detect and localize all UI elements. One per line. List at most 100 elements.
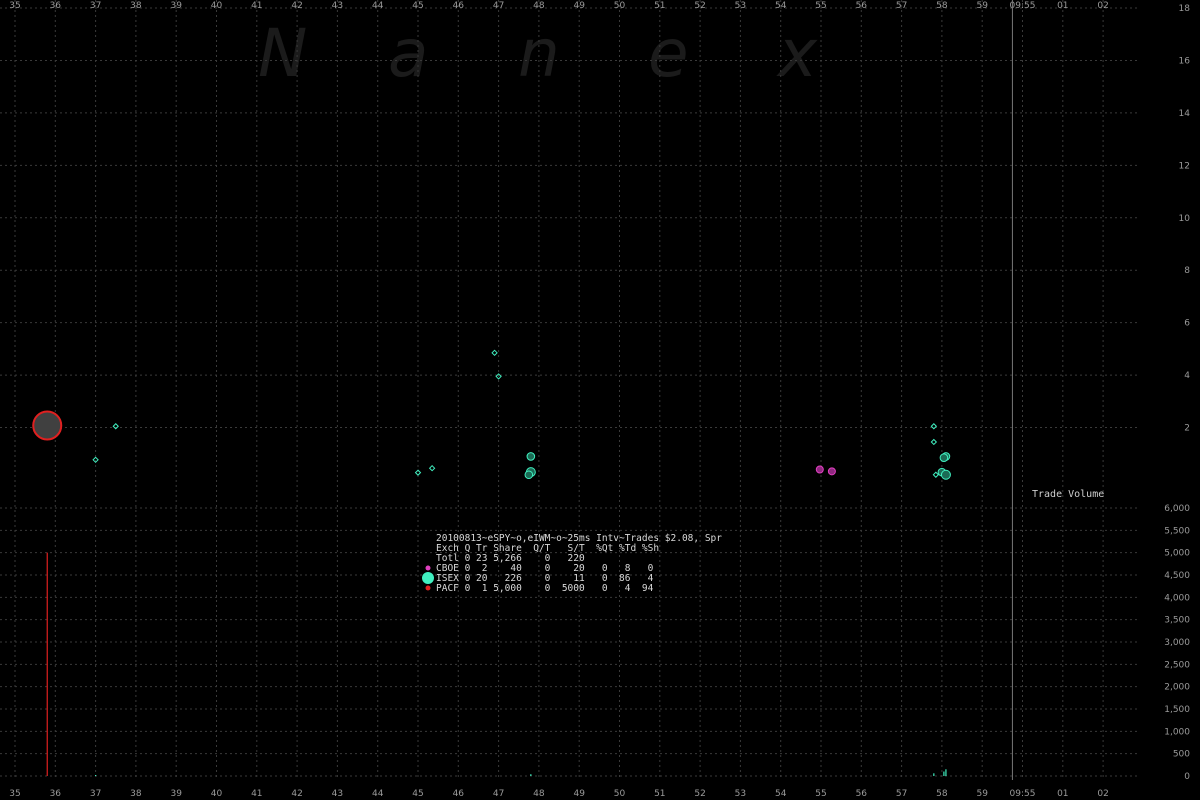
x-tick-label-bottom: 40 [211, 789, 223, 799]
volume-tick-label: 6,000 [1164, 504, 1190, 514]
x-tick-label-bottom: 39 [170, 789, 182, 799]
x-tick-label-bottom: 56 [856, 789, 868, 799]
legend-dot-isex [422, 572, 434, 584]
x-tick-label-top: 50 [614, 1, 626, 11]
price-tick-label: 12 [1179, 161, 1190, 171]
x-tick-label-bottom: 46 [453, 789, 465, 799]
volume-tick-label: 5,500 [1164, 526, 1190, 536]
x-tick-label-top: 59 [976, 1, 988, 11]
x-tick-label-top: 55 [815, 1, 826, 11]
x-tick-label-bottom: 36 [50, 789, 62, 799]
trade-point-isex [526, 452, 536, 461]
x-tick-label-bottom: 42 [291, 789, 302, 799]
trade-point-isex [930, 438, 938, 446]
volume-tick-label: 2,000 [1164, 683, 1190, 693]
trade-point-cboe [815, 465, 824, 474]
x-tick-label-top: 39 [170, 1, 182, 11]
x-tick-label-top: 46 [453, 1, 465, 11]
x-tick-label-bottom: 44 [372, 789, 384, 799]
x-tick-label-top: 58 [936, 1, 948, 11]
x-tick-label-top: 37 [90, 1, 101, 11]
x-tick-label-bottom: 53 [735, 789, 746, 799]
x-tick-label-bottom: 51 [654, 789, 665, 799]
price-axis-ticks: 2 4 6 8 10 12 14 16 18 [1179, 4, 1191, 434]
volume-tick-label: 3,000 [1164, 638, 1190, 648]
price-tick-label: 8 [1184, 266, 1190, 276]
volume-tick-label: 4,500 [1164, 571, 1190, 581]
x-tick-label-top: 56 [856, 1, 868, 11]
x-tick-label-top: 49 [573, 1, 585, 11]
x-tick-label-top: 41 [251, 1, 262, 11]
x-tick-label-bottom: 09:55 [1010, 789, 1036, 799]
trade-point-pacf [32, 410, 63, 441]
volume-tick-label: 3,500 [1164, 616, 1190, 626]
watermark-letter: x [776, 15, 818, 92]
volume-tick-label: 2,500 [1164, 660, 1190, 670]
x-tick-label-top: 48 [533, 1, 545, 11]
stats-row-pacf: PACF 0 1 5,000 0 5000 0 4 94 [436, 583, 654, 594]
volume-axis-ticks: 0 500 1,000 1,500 2,000 2,500 3,000 3,500 4,000 4… [1164, 504, 1190, 782]
trade-point-isex [524, 470, 534, 480]
volume-tick-label: 5,000 [1164, 549, 1190, 559]
price-tick-label: 2 [1184, 424, 1190, 434]
volume-tick-label: 4,000 [1164, 593, 1190, 603]
x-tick-label-bottom: 02 [1097, 789, 1108, 799]
x-tick-label-top: 47 [493, 1, 504, 11]
volume-tick-label: 500 [1173, 750, 1190, 760]
x-tick-label-bottom: 49 [573, 789, 585, 799]
x-tick-label-top: 42 [291, 1, 302, 11]
price-tick-label: 10 [1179, 214, 1191, 224]
x-tick-label-bottom: 35 [9, 789, 20, 799]
price-tick-label: 18 [1179, 4, 1191, 14]
x-tick-label-top: 43 [332, 1, 343, 11]
volume-tick-label: 1,000 [1164, 727, 1190, 737]
trade-point-isex [939, 453, 949, 463]
x-tick-label-top: 35 [9, 1, 20, 11]
price-tick-label: 14 [1179, 109, 1191, 119]
trade-point-isex [932, 471, 940, 478]
legend-dot-cboe [425, 565, 431, 571]
price-tick-label: 16 [1179, 56, 1191, 66]
trade-point-cboe [827, 467, 836, 476]
price-tick-label: 4 [1184, 371, 1190, 381]
trade-point-isex [940, 469, 951, 480]
x-tick-label-bottom: 43 [332, 789, 343, 799]
x-tick-label-bottom: 52 [694, 789, 705, 799]
x-tick-label-top: 01 [1057, 1, 1068, 11]
volume-axis-label: Trade Volume [1032, 489, 1104, 500]
trade-points [32, 349, 951, 480]
x-tick-label-bottom: 50 [614, 789, 626, 799]
x-tick-label-bottom: 59 [976, 789, 988, 799]
x-tick-label-top: 57 [896, 1, 907, 11]
x-tick-label-bottom: 37 [90, 789, 101, 799]
watermark-letter: N [258, 15, 307, 92]
watermark: Nanex [258, 15, 818, 92]
x-tick-label-top: 52 [694, 1, 705, 11]
x-tick-label-top: 51 [654, 1, 665, 11]
x-tick-label-bottom: 58 [936, 789, 948, 799]
x-tick-label-top: 44 [372, 1, 384, 11]
trade-point-isex [428, 464, 436, 472]
volume-tick-label: 1,500 [1164, 705, 1190, 715]
legend-dot-pacf [425, 585, 431, 591]
chart: Nanex 3535363637373838393940404141424243… [0, 0, 1191, 799]
x-tick-label-bottom: 47 [493, 789, 504, 799]
x-tick-label-top: 02 [1097, 1, 1108, 11]
trade-point-isex [491, 349, 498, 357]
x-tick-label-bottom: 45 [412, 789, 423, 799]
x-tick-label-top: 45 [412, 1, 423, 11]
watermark-letter: a [388, 15, 428, 92]
x-tick-label-top: 53 [735, 1, 746, 11]
x-tick-label-top: 38 [130, 1, 142, 11]
x-tick-label-bottom: 54 [775, 789, 787, 799]
x-tick-label-top: 40 [211, 1, 223, 11]
price-tick-label: 6 [1184, 319, 1190, 329]
grid [0, 0, 1140, 780]
x-axis-ticks: 35 35 36 36 37 37 38 38 39 39 40 40 41 41 42 42 43 43 44 44… [9, 1, 1109, 799]
volume-tick-label: 0 [1184, 772, 1190, 782]
watermark-letter: e [648, 15, 689, 92]
x-tick-label-bottom: 57 [896, 789, 907, 799]
x-tick-label-top: 09:55 [1010, 1, 1036, 11]
x-tick-label-bottom: 41 [251, 789, 262, 799]
x-tick-label-bottom: 48 [533, 789, 545, 799]
